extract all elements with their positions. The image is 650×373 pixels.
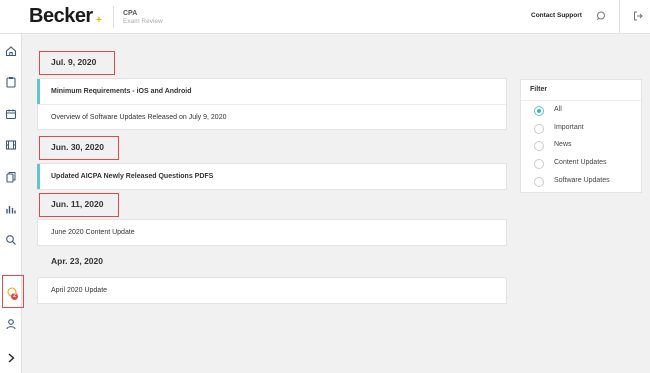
bar-chart-icon[interactable]	[4, 202, 18, 216]
product-title: CPA	[123, 10, 138, 17]
contact-support-link[interactable]: Contact Support	[531, 12, 582, 19]
filter-option-label: Software Updates	[554, 177, 610, 184]
radio-icon[interactable]	[534, 141, 544, 151]
update-item[interactable]: Overview of Software Updates Released on…	[38, 104, 506, 129]
update-item[interactable]: June 2020 Content Update	[38, 220, 506, 245]
product-subtitle: Exam Review	[123, 18, 163, 25]
filter-title: Filter	[530, 86, 548, 93]
home-icon[interactable]	[4, 44, 18, 58]
update-card: Minimum Requirements - iOS and Android O…	[37, 78, 507, 130]
filter-option-label: All	[554, 106, 562, 113]
chevron-right-icon[interactable]	[4, 351, 18, 365]
becker-logo[interactable]: Becker	[29, 5, 93, 28]
filter-option-label: Content Updates	[554, 159, 607, 166]
user-icon[interactable]	[4, 317, 18, 331]
update-item[interactable]: Updated AICPA Newly Released Questions P…	[37, 164, 506, 189]
clipboard-icon[interactable]	[4, 75, 18, 89]
radio-icon[interactable]	[534, 177, 544, 187]
update-card: Updated AICPA Newly Released Questions P…	[37, 163, 507, 190]
header-separator	[619, 0, 620, 34]
radio-icon[interactable]	[534, 124, 544, 134]
update-item[interactable]: Minimum Requirements - iOS and Android	[37, 79, 506, 104]
filter-panel: Filter All Important News Content Update…	[520, 79, 642, 193]
film-icon[interactable]	[4, 138, 18, 152]
update-card: June 2020 Content Update	[37, 219, 507, 246]
top-header: Becker + CPA Exam Review Contact Support	[0, 0, 650, 34]
calendar-icon[interactable]	[4, 107, 18, 121]
becker-logo-mark: +	[96, 15, 102, 26]
search-icon[interactable]	[4, 233, 18, 247]
filter-option-label: Important	[554, 124, 584, 131]
filter-option-label: News	[554, 141, 572, 148]
update-card: April 2020 Update	[37, 277, 507, 304]
notifications-badge: 2	[11, 293, 18, 300]
header-divider	[113, 6, 114, 28]
filter-divider	[521, 100, 641, 101]
flashcards-icon[interactable]	[4, 170, 18, 184]
radio-icon[interactable]	[534, 159, 544, 169]
date-heading: Apr. 23, 2020	[51, 256, 103, 266]
left-sidebar: 2	[0, 34, 24, 373]
date-heading: Jun. 30, 2020	[51, 142, 104, 152]
date-heading: Jul. 9, 2020	[51, 57, 97, 67]
update-item[interactable]: April 2020 Update	[38, 278, 506, 303]
logout-icon[interactable]	[631, 9, 645, 23]
chat-icon[interactable]	[594, 9, 608, 23]
radio-selected-icon[interactable]	[534, 106, 544, 116]
date-heading: Jun. 11, 2020	[51, 199, 104, 209]
